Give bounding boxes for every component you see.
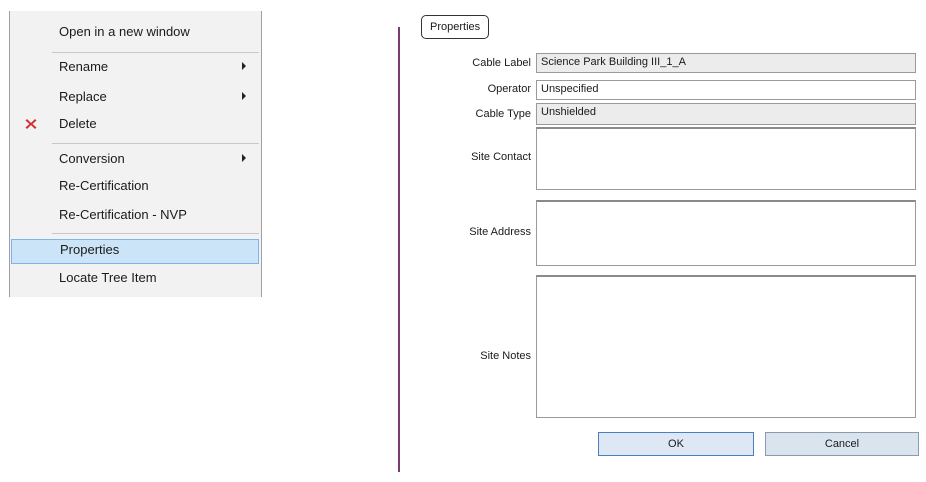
site-address-field[interactable] (536, 200, 916, 266)
cancel-button[interactable]: Cancel (765, 432, 919, 456)
site-notes-field[interactable] (536, 275, 916, 418)
cable-type-label: Cable Type (475, 108, 531, 120)
menu-item-delete[interactable]: Delete (10, 113, 261, 136)
menu-item-label: Re-Certification - NVP (59, 207, 187, 222)
menu-item-label: Rename (59, 59, 109, 74)
menu-item-label: Re-Certification (59, 178, 149, 193)
operator-label: Operator (487, 83, 531, 95)
menu-item-replace[interactable]: Replace (10, 86, 261, 109)
menu-item-label: Locate Tree Item (59, 270, 157, 285)
menu-separator (52, 52, 259, 53)
menu-item-label: Replace (59, 89, 107, 104)
menu-item-label: Delete (59, 116, 97, 131)
dialog-tab-title: Properties (421, 15, 490, 39)
site-address-label: Site Address (469, 226, 531, 238)
menu-item-label: Properties (60, 242, 120, 257)
menu-separator (52, 233, 259, 234)
menu-item-label: Open in a new window (59, 24, 190, 39)
menu-item-rename[interactable]: Rename (10, 56, 261, 79)
delete-x-icon (25, 119, 37, 129)
menu-item-properties[interactable]: Properties (11, 239, 259, 264)
menu-separator (52, 143, 259, 144)
submenu-arrow-icon (242, 154, 246, 162)
submenu-arrow-icon (242, 62, 246, 70)
site-contact-label: Site Contact (471, 151, 531, 163)
ok-button[interactable]: OK (598, 432, 754, 456)
site-notes-label: Site Notes (480, 350, 531, 362)
submenu-arrow-icon (242, 92, 246, 100)
menu-item-locate-tree-item[interactable]: Locate Tree Item (10, 267, 261, 290)
cable-label-field[interactable]: Science Park Building III_1_A (536, 53, 916, 73)
cable-label-label: Cable Label (472, 57, 531, 69)
context-menu: Open in a new window Rename Replace Dele… (9, 11, 262, 297)
menu-item-conversion[interactable]: Conversion (10, 148, 261, 171)
site-contact-field[interactable] (536, 127, 916, 190)
operator-field[interactable]: Unspecified (536, 80, 916, 100)
cable-type-field[interactable]: Unshielded (536, 103, 916, 125)
menu-item-re-certification-nvp[interactable]: Re-Certification - NVP (10, 204, 261, 227)
menu-item-open-new-window[interactable]: Open in a new window (10, 21, 261, 44)
menu-item-re-certification[interactable]: Re-Certification (10, 175, 261, 198)
menu-item-label: Conversion (59, 151, 125, 166)
